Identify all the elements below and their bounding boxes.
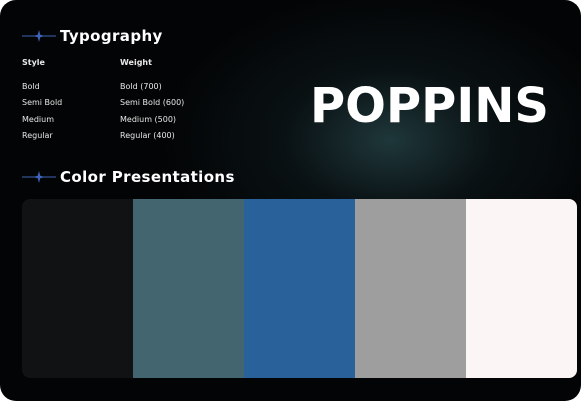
color-heading: Color Presentations <box>60 168 235 186</box>
weight-cell: Semi Bold (600) <box>120 98 185 107</box>
style-cell: Medium <box>22 115 54 124</box>
color-swatch-gray <box>355 199 466 378</box>
style-column-header: Style <box>22 58 45 67</box>
typography-section-header: Typography <box>22 27 163 45</box>
typography-heading: Typography <box>60 27 163 45</box>
font-name-display: POPPINS <box>310 78 549 134</box>
style-cell: Semi Bold <box>22 98 63 107</box>
color-palette <box>22 199 577 378</box>
color-swatch-blue <box>244 199 355 378</box>
weight-cell: Regular (400) <box>120 131 175 140</box>
color-section-header: Color Presentations <box>22 168 235 186</box>
sparkle-line-icon <box>22 171 56 183</box>
style-cell: Bold <box>22 82 40 91</box>
weight-column-header: Weight <box>120 58 152 67</box>
color-swatch-dark <box>22 199 133 378</box>
style-guide-card: Typography Style Weight Bold Bold (700) … <box>0 0 581 401</box>
color-swatch-slate <box>133 199 244 378</box>
weight-cell: Bold (700) <box>120 82 162 91</box>
sparkle-line-icon <box>22 30 56 42</box>
style-cell: Regular <box>22 131 53 140</box>
weight-cell: Medium (500) <box>120 115 177 124</box>
color-swatch-white <box>466 199 577 378</box>
